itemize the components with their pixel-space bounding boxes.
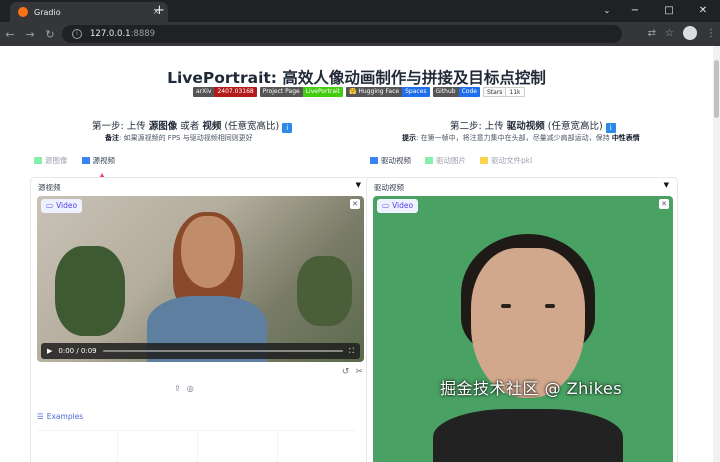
play-icon[interactable]: ▶ <box>47 347 52 355</box>
source-tabs: 源图像 源视频 <box>34 155 115 166</box>
video-label: ▭ Video <box>41 199 83 213</box>
tab-search-icon[interactable]: ⌄ <box>596 0 618 22</box>
info-icon: i <box>282 123 293 133</box>
bookmark-star-icon[interactable]: ☆ <box>665 28 674 39</box>
examples-header[interactable]: ☰ Examples <box>37 412 83 421</box>
video-tools: ↺ ✂ <box>342 367 363 377</box>
back-icon[interactable]: ← <box>0 28 20 41</box>
page-content: LivePortrait: 高效人像动画制作与拼接及目标点控制 arXiv 240… <box>0 46 713 462</box>
driving-tabs: 驱动视频 驱动图片 驱动文件pkl <box>370 155 532 166</box>
collapse-icon[interactable]: ▼ <box>356 181 361 189</box>
video-icon <box>81 157 90 164</box>
badge-arxiv[interactable]: arXiv 2407.03168 <box>193 87 257 97</box>
panel-label: 源视频 <box>38 183 61 192</box>
reload-icon[interactable]: ↻ <box>40 28 60 41</box>
video-frame-man <box>433 234 623 462</box>
upload-icon[interactable]: ⇪ <box>174 384 181 393</box>
tab-driving-image[interactable]: 驱动图片 <box>425 155 466 166</box>
trim-scissors-icon[interactable]: ✂ <box>355 367 363 377</box>
url-field[interactable]: i 127.0.0.1:8889 <box>62 25 622 43</box>
tab-source-image[interactable]: 源图像 <box>34 155 68 166</box>
video-progress-bar[interactable] <box>102 350 344 352</box>
tab-title: Gradio <box>34 7 61 17</box>
clear-video-icon[interactable]: ✕ <box>659 199 669 209</box>
page-scrollbar[interactable] <box>713 46 720 462</box>
gradio-favicon-icon <box>18 7 28 17</box>
site-info-icon[interactable]: i <box>72 29 82 39</box>
url-host: 127.0.0.1 <box>90 29 131 39</box>
step-one-heading: 第一步: 上传 源图像 或者 视频 (任意宽高比) i <box>92 118 293 133</box>
video-frame-plant <box>55 246 125 336</box>
tab-driving-video[interactable]: 驱动视频 <box>370 155 411 166</box>
menu-kebab-icon[interactable]: ⋮ <box>706 28 716 39</box>
close-window-button[interactable]: ✕ <box>686 0 720 22</box>
new-tab-button[interactable]: + <box>154 4 165 18</box>
camera-icon: ▭ <box>382 201 390 210</box>
browser-tabbar: Gradio × + ⌄ − □ ✕ <box>0 0 720 22</box>
source-video-panel: 源视频 ▼ ▭Video ✕ ▶ 0:00 / 0:09 ⛶ ↺ ✂ ⇪ ◎ <box>30 177 370 462</box>
video-frame-woman <box>147 212 267 362</box>
tab-driving-pkl[interactable]: 驱动文件pkl <box>480 155 532 166</box>
driving-video-panel: 驱动视频 ▼ ▭ Video ✕ <box>366 177 678 462</box>
image-icon <box>425 157 433 164</box>
webcam-icon[interactable]: ◎ <box>187 384 194 393</box>
examples-grid <box>37 430 357 462</box>
forward-icon[interactable]: → <box>20 28 40 41</box>
video-controls: ▶ 0:00 / 0:09 ⛶ <box>41 343 360 359</box>
clear-video-icon[interactable]: ✕ <box>350 199 360 209</box>
undo-icon[interactable]: ↺ <box>342 367 350 377</box>
tab-source-video[interactable]: 源视频 <box>81 155 115 166</box>
page-title: LivePortrait: 高效人像动画制作与拼接及目标点控制 <box>167 69 546 87</box>
list-icon: ☰ <box>37 412 44 421</box>
video-icon <box>370 157 378 164</box>
video-frame-plant <box>297 256 352 326</box>
minimize-button[interactable]: − <box>618 0 652 22</box>
video-time: 0:00 / 0:09 <box>58 347 97 355</box>
toolbar-right: ⇄ ☆ ⋮ <box>648 26 716 40</box>
badge-row: arXiv 2407.03168 Project Page LivePortrait… <box>193 87 525 97</box>
fullscreen-icon[interactable]: ⛶ <box>349 347 354 356</box>
badge-stars[interactable]: Stars 11k <box>482 87 525 97</box>
info-icon: i <box>605 123 616 133</box>
address-bar-row: ← → ↻ i 127.0.0.1:8889 ⇄ ☆ ⋮ <box>0 22 720 46</box>
collapse-icon[interactable]: ▼ <box>664 181 669 189</box>
driving-video-player[interactable]: ▭ Video ✕ <box>373 196 673 462</box>
badge-github[interactable]: Github Code <box>432 87 480 97</box>
window-controls: ⌄ − □ ✕ <box>596 0 720 22</box>
watermark: 掘金技术社区 @ Zhikes <box>440 379 623 398</box>
upload-actions: ⇪ ◎ <box>174 384 194 393</box>
folder-icon <box>480 157 488 164</box>
badge-project-page[interactable]: Project Page LivePortrait <box>259 87 344 97</box>
step-one-note: 备注: 如果源视频的 FPS 与驱动视频相同则更好 <box>105 134 253 142</box>
step-two-heading: 第二步: 上传 驱动视频 (任意宽高比) i <box>450 118 616 133</box>
video-label: ▭ Video <box>377 199 419 213</box>
camera-icon: ▭ <box>46 201 54 210</box>
step-two-tip: 提示: 在第一帧中，将注意力集中在头部，尽量减少肩部运动，保持 中性表情 <box>402 134 640 142</box>
maximize-button[interactable]: □ <box>652 0 686 22</box>
url-port: :8889 <box>130 29 156 39</box>
image-icon <box>34 157 42 164</box>
panel-label: 驱动视频 <box>374 183 404 192</box>
badge-hugging-face[interactable]: 🤗 Hugging Face Spaces <box>346 87 430 97</box>
source-video-player[interactable]: ▭ Video ✕ ▶ 0:00 / 0:09 ⛶ <box>37 196 364 362</box>
profile-avatar[interactable] <box>683 26 697 40</box>
browser-tab[interactable]: Gradio × <box>10 2 168 22</box>
translate-icon[interactable]: ⇄ <box>648 28 656 39</box>
